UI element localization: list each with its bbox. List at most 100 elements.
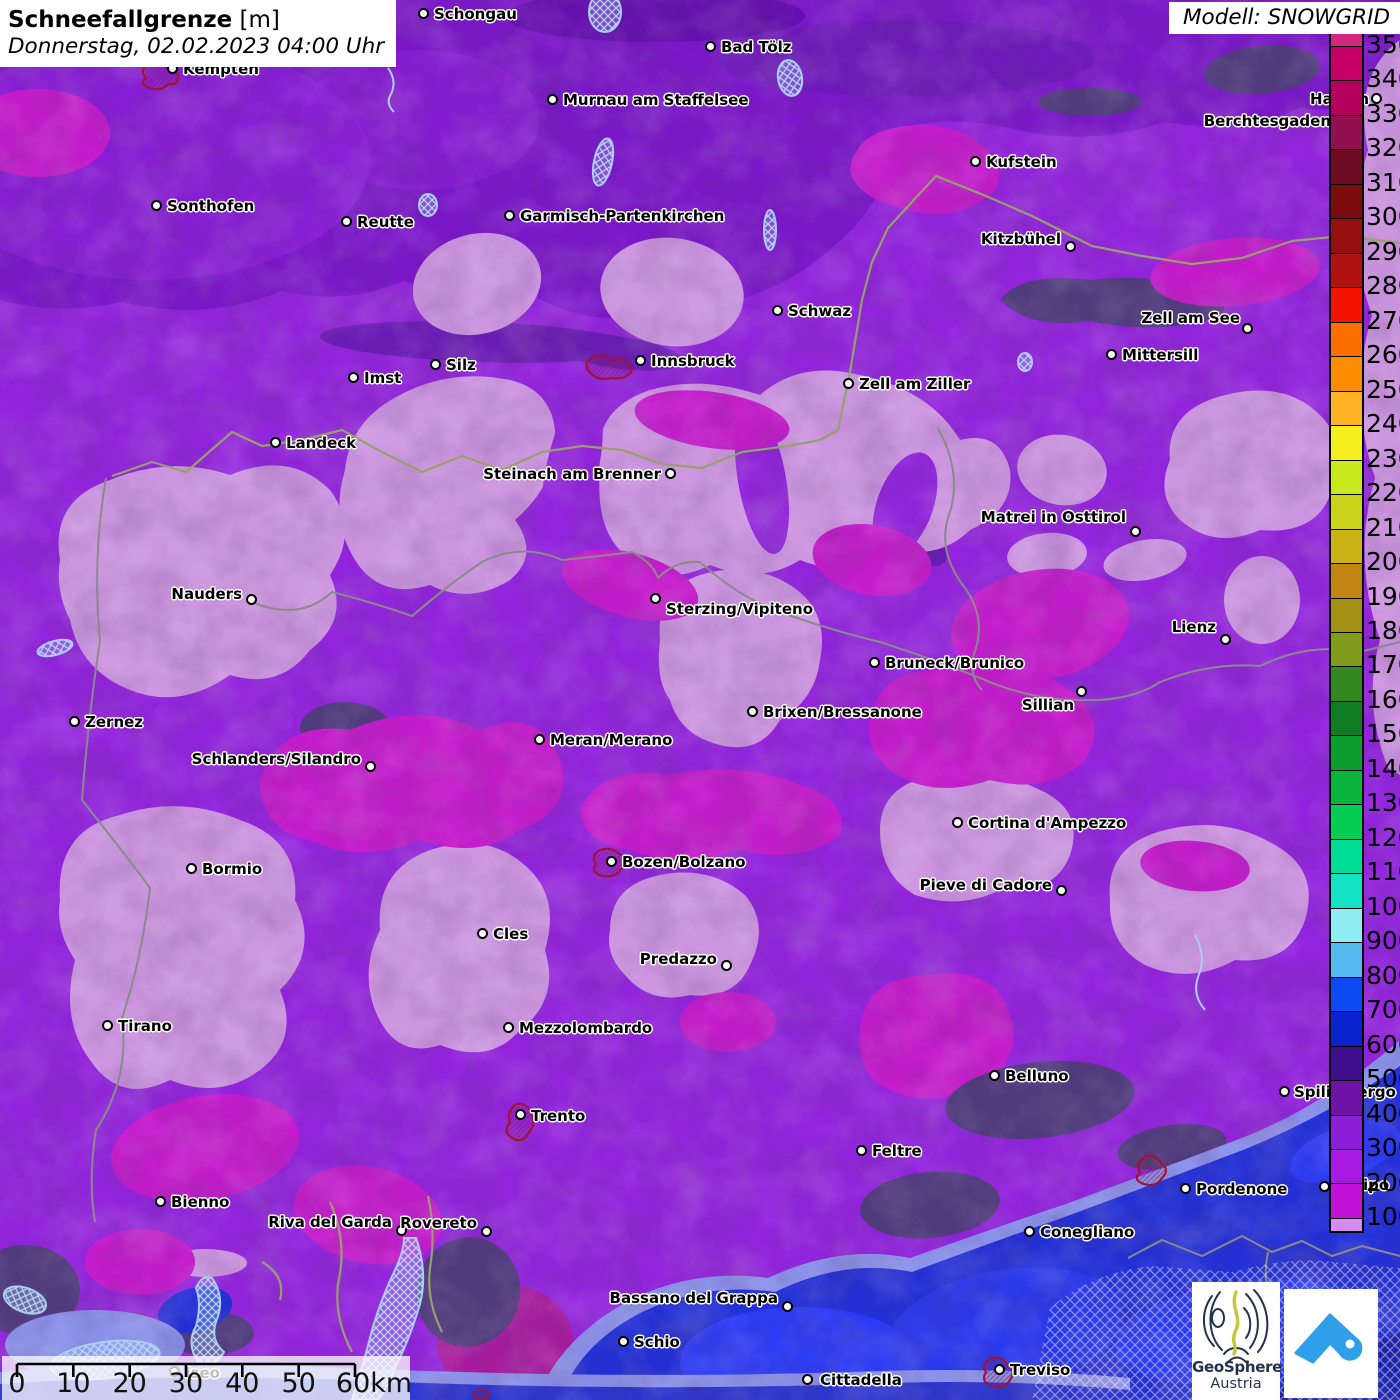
city-label-schio: Schio xyxy=(634,1333,680,1351)
colorbar-cell-bottom xyxy=(1331,1218,1362,1231)
city-dot-spilimbergo xyxy=(1279,1086,1290,1097)
elevation-colorbar xyxy=(1329,32,1364,1233)
city-label-silz: Silz xyxy=(446,356,476,374)
colorbar-tick-3200: 3200 xyxy=(1366,135,1400,161)
city-label-mittersill: Mittersill xyxy=(1122,346,1198,364)
city-dot-schio xyxy=(618,1336,629,1347)
scalebar-label-30: 30 xyxy=(169,1368,203,1399)
city-label-kitzb-hel: Kitzbühel xyxy=(981,230,1061,248)
city-label-steinach-am-brenner: Steinach am Brenner xyxy=(483,465,661,483)
colorbar-cell-1900-1800 xyxy=(1331,598,1362,632)
scalebar-label-60km: 60km xyxy=(336,1368,412,1399)
city-dot-pordenone xyxy=(1180,1183,1191,1194)
city-dot-sillian xyxy=(1076,686,1087,697)
city-label-sillian: Sillian xyxy=(1022,696,1074,714)
city-dot-trento xyxy=(515,1109,526,1120)
colorbar-cell-2900-2800 xyxy=(1331,253,1362,287)
city-label-reutte: Reutte xyxy=(357,213,414,231)
geosphere-logo-subtext: Austria xyxy=(1192,1376,1280,1392)
city-label-brixen-bressanone: Brixen/Bressanone xyxy=(763,703,922,721)
city-label-innsbruck: Innsbruck xyxy=(651,352,735,370)
colorbar-tick-400: 400 xyxy=(1366,1101,1400,1127)
city-dot-tirano xyxy=(102,1020,113,1031)
city-label-imst: Imst xyxy=(364,369,401,387)
city-label-bormio: Bormio xyxy=(202,860,262,878)
city-label-landeck: Landeck xyxy=(286,434,356,452)
colorbar-cell-2700-2600 xyxy=(1331,322,1362,356)
city-label-meran-merano: Meran/Merano xyxy=(550,731,672,749)
colorbar-tick-3300: 3300 xyxy=(1366,101,1400,127)
city-dot-imst xyxy=(348,372,359,383)
city-label-pordenone: Pordenone xyxy=(1196,1180,1287,1198)
colorbar-tick-1200: 1200 xyxy=(1366,825,1400,851)
city-label-matrei-in-osttirol: Matrei in Osttirol xyxy=(981,508,1126,526)
city-dot-kufstein xyxy=(970,156,981,167)
colorbar-cell-3100-3000 xyxy=(1331,184,1362,218)
colorbar-cell-3000-2900 xyxy=(1331,218,1362,252)
colorbar-cell-2500-2400 xyxy=(1331,391,1362,425)
city-dot-murnau-am-staffelsee xyxy=(547,94,558,105)
mountain-wave-icon xyxy=(1284,1289,1378,1398)
city-dot-silz xyxy=(430,359,441,370)
city-dot-feltre xyxy=(856,1145,867,1156)
city-label-lienz: Lienz xyxy=(1172,618,1216,636)
colorbar-cell-400-300 xyxy=(1331,1115,1362,1149)
colorbar-cell-2600-2500 xyxy=(1331,356,1362,390)
city-label-nauders: Nauders xyxy=(171,585,242,603)
colorbar-cell-3500-3400 xyxy=(1331,46,1362,80)
city-label-mezzolombardo: Mezzolombardo xyxy=(519,1019,652,1037)
colorbar-tick-1900: 1900 xyxy=(1366,584,1400,610)
city-dot-lienz xyxy=(1220,634,1231,645)
colorbar-cell-2000-1900 xyxy=(1331,563,1362,597)
city-label-schwaz: Schwaz xyxy=(788,302,851,320)
city-dot-zell-am-see xyxy=(1242,323,1253,334)
city-dot-pieve-di-cadore xyxy=(1056,885,1067,896)
colorbar-cell-3400-3300 xyxy=(1331,80,1362,114)
colorbar-tick-2500: 2500 xyxy=(1366,377,1400,403)
colorbar-cell-800-700 xyxy=(1331,977,1362,1011)
geosphere-logo-text: GeoSphere xyxy=(1192,1358,1280,1376)
city-dot-predazzo xyxy=(721,960,732,971)
city-label-bassano-del-grappa: Bassano del Grappa xyxy=(610,1289,778,1307)
city-dot-nauders xyxy=(246,594,257,605)
colorbar-tick-1300: 1300 xyxy=(1366,790,1400,816)
colorbar-cell-3300-3200 xyxy=(1331,115,1362,149)
avalanche-service-logo xyxy=(1284,1289,1378,1398)
title-heading: Schneefallgrenze xyxy=(8,7,232,33)
colorbar-tick-2700: 2700 xyxy=(1366,308,1400,334)
colorbar-cell-600-500 xyxy=(1331,1046,1362,1080)
city-dot-kitzb-hel xyxy=(1065,241,1076,252)
colorbar-cell-1700-1600 xyxy=(1331,666,1362,700)
city-dot-rovereto xyxy=(481,1226,492,1237)
city-dot-zernez xyxy=(69,716,80,727)
city-label-zell-am-see: Zell am See xyxy=(1141,309,1240,327)
colorbar-tick-2200: 2200 xyxy=(1366,480,1400,506)
colorbar-tick-1600: 1600 xyxy=(1366,687,1400,713)
colorbar-cell-1400-1300 xyxy=(1331,770,1362,804)
city-label-trento: Trento xyxy=(531,1107,585,1125)
city-label-treviso: Treviso xyxy=(1010,1361,1070,1379)
colorbar-tick-500: 500 xyxy=(1366,1066,1400,1092)
scalebar-label-50: 50 xyxy=(281,1368,315,1399)
colorbar-tick-2900: 2900 xyxy=(1366,239,1400,265)
colorbar-cell-300-200 xyxy=(1331,1149,1362,1183)
city-dot-conegliano xyxy=(1024,1226,1035,1237)
city-dot-mezzolombardo xyxy=(503,1022,514,1033)
colorbar-cell-2200-2100 xyxy=(1331,494,1362,528)
city-dot-schwaz xyxy=(772,305,783,316)
colorbar-tick-2400: 2400 xyxy=(1366,411,1400,437)
city-dot-bad-t-lz xyxy=(705,41,716,52)
city-label-bruneck-brunico: Bruneck/Brunico xyxy=(885,654,1024,672)
city-dot-cortina-d-ampezzo xyxy=(952,817,963,828)
colorbar-tick-3100: 3100 xyxy=(1366,170,1400,196)
city-dot-zell-am-ziller xyxy=(843,378,854,389)
scalebar-label-40: 40 xyxy=(225,1368,259,1399)
colorbar-tick-200: 200 xyxy=(1366,1170,1400,1196)
colorbar-cell-2300-2200 xyxy=(1331,460,1362,494)
city-dot-bormio xyxy=(186,863,197,874)
city-label-bad-t-lz: Bad Tölz xyxy=(721,38,792,56)
city-label-schongau: Schongau xyxy=(434,5,517,23)
city-label-bozen-bolzano: Bozen/Bolzano xyxy=(622,853,746,871)
city-label-bienno: Bienno xyxy=(171,1193,229,1211)
city-label-feltre: Feltre xyxy=(872,1142,922,1160)
